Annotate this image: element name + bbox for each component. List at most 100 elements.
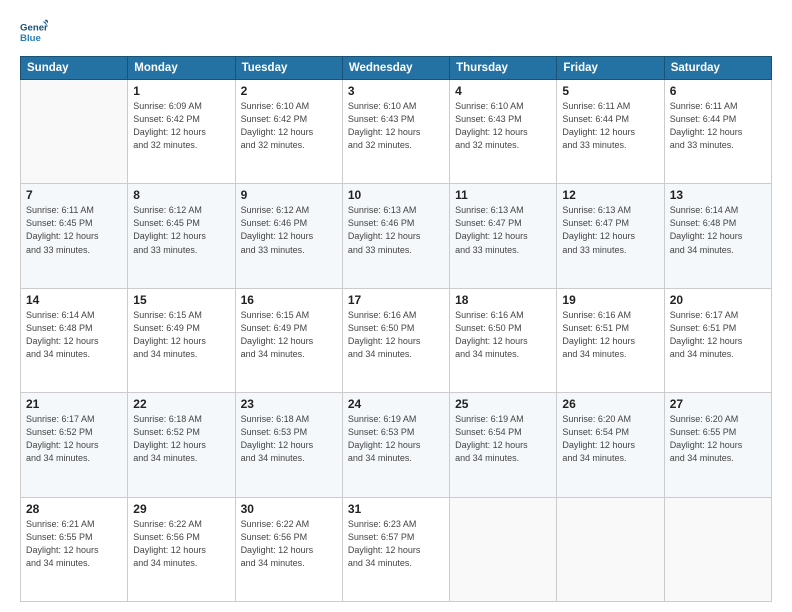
day-number: 3 — [348, 84, 444, 98]
calendar-cell: 29 Sunrise: 6:22 AM Sunset: 6:56 PM Dayli… — [128, 497, 235, 601]
calendar-cell: 13 Sunrise: 6:14 AM Sunset: 6:48 PM Dayli… — [664, 184, 771, 288]
day-info: Sunrise: 6:15 AM Sunset: 6:49 PM Dayligh… — [241, 309, 337, 361]
calendar-cell: 3 Sunrise: 6:10 AM Sunset: 6:43 PM Daylig… — [342, 80, 449, 184]
logo: General Blue — [20, 18, 48, 46]
svg-text:General: General — [20, 22, 48, 33]
calendar-cell: 9Sunrise: 6:12 AM Sunset: 6:46 PM Daylig… — [235, 184, 342, 288]
day-number: 19 — [562, 293, 658, 307]
calendar-header-cell: Sunday — [21, 57, 128, 80]
calendar-header-cell: Thursday — [450, 57, 557, 80]
calendar-cell: 2 Sunrise: 6:10 AM Sunset: 6:42 PM Daylig… — [235, 80, 342, 184]
day-number: 20 — [670, 293, 766, 307]
header: General Blue — [20, 18, 772, 46]
calendar-cell: 31Sunrise: 6:23 AM Sunset: 6:57 PM Dayli… — [342, 497, 449, 601]
calendar-header-cell: Monday — [128, 57, 235, 80]
calendar-cell: 5 Sunrise: 6:11 AM Sunset: 6:44 PM Daylig… — [557, 80, 664, 184]
calendar-cell: 22 Sunrise: 6:18 AM Sunset: 6:52 PM Dayli… — [128, 393, 235, 497]
calendar-cell: 10 Sunrise: 6:13 AM Sunset: 6:46 PM Dayli… — [342, 184, 449, 288]
day-number: 7 — [26, 188, 122, 202]
day-number: 26 — [562, 397, 658, 411]
calendar-cell: 12Sunrise: 6:13 AM Sunset: 6:47 PM Dayli… — [557, 184, 664, 288]
day-number: 2 — [241, 84, 337, 98]
day-number: 15 — [133, 293, 229, 307]
day-number: 11 — [455, 188, 551, 202]
day-info: Sunrise: 6:13 AM Sunset: 6:46 PM Dayligh… — [348, 204, 444, 256]
day-info: Sunrise: 6:13 AM Sunset: 6:47 PM Dayligh… — [455, 204, 551, 256]
day-number: 4 — [455, 84, 551, 98]
day-info: Sunrise: 6:16 AM Sunset: 6:51 PM Dayligh… — [562, 309, 658, 361]
day-info: Sunrise: 6:16 AM Sunset: 6:50 PM Dayligh… — [455, 309, 551, 361]
calendar-cell — [557, 497, 664, 601]
day-number: 8 — [133, 188, 229, 202]
day-number: 14 — [26, 293, 122, 307]
day-number: 29 — [133, 502, 229, 516]
day-info: Sunrise: 6:18 AM Sunset: 6:53 PM Dayligh… — [241, 413, 337, 465]
day-number: 1 — [133, 84, 229, 98]
calendar-cell: 6Sunrise: 6:11 AM Sunset: 6:44 PM Daylig… — [664, 80, 771, 184]
calendar-body: 1 Sunrise: 6:09 AM Sunset: 6:42 PM Daylig… — [21, 80, 772, 602]
day-info: Sunrise: 6:14 AM Sunset: 6:48 PM Dayligh… — [670, 204, 766, 256]
calendar-header-cell: Saturday — [664, 57, 771, 80]
calendar-cell: 4 Sunrise: 6:10 AM Sunset: 6:43 PM Daylig… — [450, 80, 557, 184]
calendar-header-cell: Tuesday — [235, 57, 342, 80]
day-info: Sunrise: 6:11 AM Sunset: 6:44 PM Dayligh… — [562, 100, 658, 152]
calendar-week-row: 21Sunrise: 6:17 AM Sunset: 6:52 PM Dayli… — [21, 393, 772, 497]
day-number: 21 — [26, 397, 122, 411]
day-number: 12 — [562, 188, 658, 202]
day-info: Sunrise: 6:18 AM Sunset: 6:52 PM Dayligh… — [133, 413, 229, 465]
day-info: Sunrise: 6:22 AM Sunset: 6:56 PM Dayligh… — [241, 518, 337, 570]
day-number: 25 — [455, 397, 551, 411]
calendar-cell: 7 Sunrise: 6:11 AM Sunset: 6:45 PM Daylig… — [21, 184, 128, 288]
day-info: Sunrise: 6:20 AM Sunset: 6:54 PM Dayligh… — [562, 413, 658, 465]
calendar-week-row: 28Sunrise: 6:21 AM Sunset: 6:55 PM Dayli… — [21, 497, 772, 601]
day-info: Sunrise: 6:22 AM Sunset: 6:56 PM Dayligh… — [133, 518, 229, 570]
day-info: Sunrise: 6:10 AM Sunset: 6:42 PM Dayligh… — [241, 100, 337, 152]
calendar-cell — [21, 80, 128, 184]
calendar-cell: 15 Sunrise: 6:15 AM Sunset: 6:49 PM Dayli… — [128, 288, 235, 392]
day-number: 10 — [348, 188, 444, 202]
day-info: Sunrise: 6:10 AM Sunset: 6:43 PM Dayligh… — [455, 100, 551, 152]
calendar-header-row: SundayMondayTuesdayWednesdayThursdayFrid… — [21, 57, 772, 80]
day-info: Sunrise: 6:12 AM Sunset: 6:45 PM Dayligh… — [133, 204, 229, 256]
calendar-table: SundayMondayTuesdayWednesdayThursdayFrid… — [20, 56, 772, 602]
day-number: 17 — [348, 293, 444, 307]
calendar-cell — [450, 497, 557, 601]
calendar-cell: 14Sunrise: 6:14 AM Sunset: 6:48 PM Dayli… — [21, 288, 128, 392]
day-info: Sunrise: 6:19 AM Sunset: 6:54 PM Dayligh… — [455, 413, 551, 465]
day-info: Sunrise: 6:20 AM Sunset: 6:55 PM Dayligh… — [670, 413, 766, 465]
day-info: Sunrise: 6:11 AM Sunset: 6:45 PM Dayligh… — [26, 204, 122, 256]
calendar-week-row: 1 Sunrise: 6:09 AM Sunset: 6:42 PM Daylig… — [21, 80, 772, 184]
day-number: 13 — [670, 188, 766, 202]
day-number: 24 — [348, 397, 444, 411]
page: General Blue SundayMondayTuesdayWednesda… — [0, 0, 792, 612]
calendar-cell: 16 Sunrise: 6:15 AM Sunset: 6:49 PM Dayli… — [235, 288, 342, 392]
day-info: Sunrise: 6:19 AM Sunset: 6:53 PM Dayligh… — [348, 413, 444, 465]
day-number: 31 — [348, 502, 444, 516]
calendar-cell: 30 Sunrise: 6:22 AM Sunset: 6:56 PM Dayli… — [235, 497, 342, 601]
day-number: 27 — [670, 397, 766, 411]
calendar-cell: 8 Sunrise: 6:12 AM Sunset: 6:45 PM Daylig… — [128, 184, 235, 288]
calendar-cell: 1 Sunrise: 6:09 AM Sunset: 6:42 PM Daylig… — [128, 80, 235, 184]
svg-text:Blue: Blue — [20, 33, 41, 44]
day-info: Sunrise: 6:10 AM Sunset: 6:43 PM Dayligh… — [348, 100, 444, 152]
day-number: 5 — [562, 84, 658, 98]
day-info: Sunrise: 6:15 AM Sunset: 6:49 PM Dayligh… — [133, 309, 229, 361]
day-number: 28 — [26, 502, 122, 516]
calendar-cell: 18Sunrise: 6:16 AM Sunset: 6:50 PM Dayli… — [450, 288, 557, 392]
day-number: 22 — [133, 397, 229, 411]
calendar-header-cell: Wednesday — [342, 57, 449, 80]
calendar-cell: 26 Sunrise: 6:20 AM Sunset: 6:54 PM Dayli… — [557, 393, 664, 497]
calendar-cell: 24 Sunrise: 6:19 AM Sunset: 6:53 PM Dayli… — [342, 393, 449, 497]
calendar-cell — [664, 497, 771, 601]
day-number: 16 — [241, 293, 337, 307]
day-number: 9 — [241, 188, 337, 202]
day-number: 30 — [241, 502, 337, 516]
calendar-cell: 27 Sunrise: 6:20 AM Sunset: 6:55 PM Dayli… — [664, 393, 771, 497]
day-info: Sunrise: 6:11 AM Sunset: 6:44 PM Dayligh… — [670, 100, 766, 152]
calendar-cell: 25 Sunrise: 6:19 AM Sunset: 6:54 PM Dayli… — [450, 393, 557, 497]
calendar-cell: 11 Sunrise: 6:13 AM Sunset: 6:47 PM Dayli… — [450, 184, 557, 288]
calendar-header-cell: Friday — [557, 57, 664, 80]
day-info: Sunrise: 6:09 AM Sunset: 6:42 PM Dayligh… — [133, 100, 229, 152]
calendar-cell: 20Sunrise: 6:17 AM Sunset: 6:51 PM Dayli… — [664, 288, 771, 392]
calendar-cell: 28Sunrise: 6:21 AM Sunset: 6:55 PM Dayli… — [21, 497, 128, 601]
